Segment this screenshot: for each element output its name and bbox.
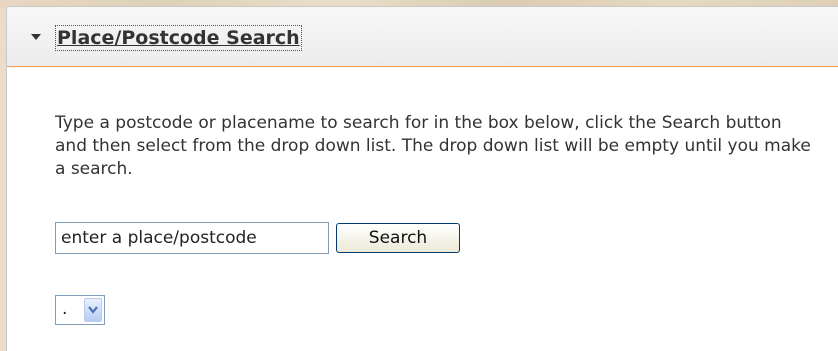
chevron-down-icon (88, 306, 98, 314)
search-button[interactable]: Search (336, 223, 460, 253)
dropdown-arrow-button[interactable] (84, 298, 102, 322)
results-dropdown[interactable]: . (55, 295, 105, 325)
dropdown-selected-value: . (62, 299, 68, 319)
search-input[interactable] (55, 222, 329, 254)
caret-down-icon[interactable] (31, 34, 41, 40)
panel-header[interactable]: Place/Postcode Search (7, 7, 838, 67)
instructions-text: Type a postcode or placename to search f… (55, 113, 811, 179)
panel-title-link[interactable]: Place/Postcode Search (55, 25, 302, 51)
